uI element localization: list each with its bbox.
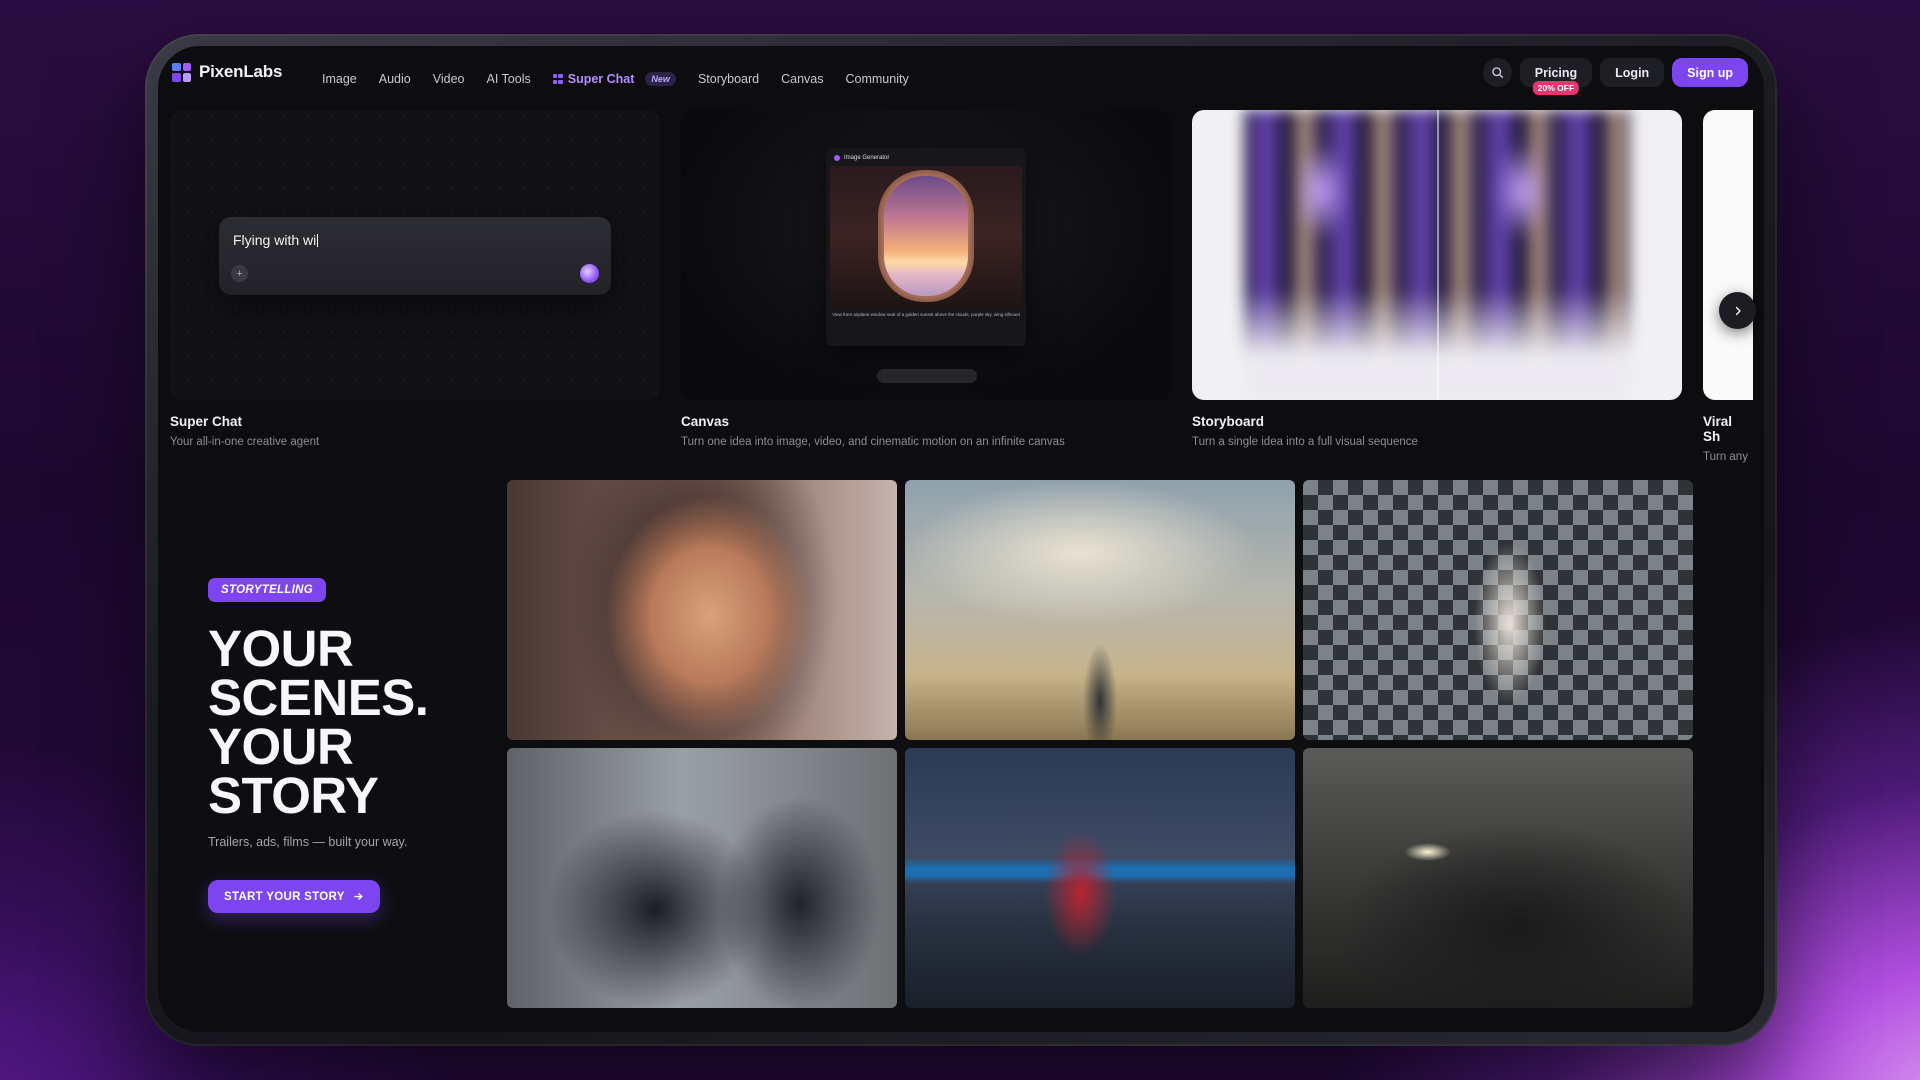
carousel-next-button[interactable] [1719, 292, 1756, 329]
top-navigation: PixenLabs Image Audio Video AI Tools Sup… [158, 46, 1764, 118]
nav-link-ai-tools[interactable]: AI Tools [486, 72, 530, 86]
send-orb-icon [580, 264, 599, 283]
pricing-label: Pricing [1534, 65, 1578, 80]
nav-links: Image Audio Video AI Tools Super Chat Ne… [322, 72, 931, 86]
brand-name: PixenLabs [199, 62, 283, 81]
storyboard-preview [1192, 110, 1682, 400]
nav-link-canvas[interactable]: Canvas [781, 72, 823, 86]
cta-label: START YOUR STORY [224, 890, 345, 903]
feature-card-storyboard[interactable]: Storyboard Turn a single idea into a ful… [1192, 110, 1682, 448]
feature-card-viral[interactable]: Viral Sh Turn any [1703, 110, 1753, 463]
nav-link-video[interactable]: Video [433, 72, 465, 86]
feature-carousel: Flying with wi + Super Chat Your all-in-… [170, 110, 1764, 463]
storytelling-section: STORYTELLING YOUR SCENES. YOUR STORY Tra… [170, 474, 1756, 1008]
canvas-preview: Image Generator View from airplane windo… [681, 110, 1171, 400]
viral-preview [1703, 110, 1753, 400]
scene-tile-car[interactable] [1303, 748, 1693, 1008]
nav-link-storyboard[interactable]: Storyboard [698, 72, 759, 86]
arrow-right-icon [353, 893, 363, 900]
app-window: PixenLabs Image Audio Video AI Tools Sup… [158, 46, 1764, 1032]
generator-icon [834, 155, 840, 161]
brand[interactable]: PixenLabs [172, 62, 282, 82]
airplane-window-image [830, 166, 1022, 308]
plus-icon: + [231, 265, 248, 282]
grid-logo-icon [172, 62, 191, 82]
prompt-text: Flying with wi [233, 232, 317, 248]
image-generator-panel: Image Generator View from airplane windo… [826, 148, 1026, 346]
card-title: Viral Sh [1703, 414, 1733, 444]
text-caret [317, 234, 319, 247]
search-button[interactable] [1482, 58, 1512, 87]
storytelling-headline: YOUR SCENES. YOUR STORY [208, 620, 429, 824]
nav-link-audio[interactable]: Audio [379, 72, 411, 86]
nav-link-super-chat[interactable]: Super Chat New [552, 72, 676, 86]
pricing-button[interactable]: Pricing 20% OFF [1519, 58, 1593, 95]
feature-card-canvas[interactable]: Image Generator View from airplane windo… [681, 110, 1171, 448]
login-button[interactable]: Login [1600, 58, 1665, 87]
nav-link-community[interactable]: Community [845, 72, 908, 86]
panel-caption: View from airplane window seat of a gold… [832, 312, 1020, 317]
storytelling-copy: STORYTELLING YOUR SCENES. YOUR STORY Tra… [208, 474, 548, 1008]
card-title: Storyboard [1192, 414, 1265, 429]
storytelling-tag: STORYTELLING [208, 578, 326, 602]
search-icon [1492, 67, 1503, 79]
scene-tile-basketball[interactable] [905, 748, 1295, 1008]
grid-icon [552, 74, 563, 84]
scene-tile-office-fight[interactable] [507, 748, 897, 1008]
card-description: Turn a single idea into a full visual se… [1192, 436, 1418, 448]
nav-actions: Pricing 20% OFF Login Sign up [1482, 58, 1748, 95]
signup-button[interactable]: Sign up [1672, 58, 1748, 87]
card-description: Turn one idea into image, video, and cin… [681, 436, 1065, 448]
card-title: Canvas [681, 414, 730, 429]
chevron-right-icon [1735, 306, 1741, 315]
frame-divider [1437, 110, 1439, 400]
feature-card-super-chat[interactable]: Flying with wi + Super Chat Your all-in-… [170, 110, 660, 448]
start-story-button[interactable]: START YOUR STORY [208, 880, 380, 913]
prompt-box: Flying with wi + [219, 217, 611, 295]
canvas-toolbar [877, 369, 977, 383]
scene-tile-dancer[interactable] [1303, 480, 1693, 740]
nav-link-image[interactable]: Image [322, 72, 357, 86]
super-chat-preview: Flying with wi + [170, 110, 660, 400]
card-description: Turn any [1703, 451, 1748, 463]
scene-tile-portrait[interactable] [507, 480, 897, 740]
scene-tile-field-birds[interactable] [905, 480, 1295, 740]
storytelling-subtitle: Trailers, ads, films — built your way. [208, 835, 408, 849]
panel-title: Image Generator [844, 155, 890, 161]
discount-badge: 20% OFF [1532, 81, 1580, 95]
card-title: Super Chat [170, 414, 243, 429]
new-badge: New [645, 72, 676, 86]
card-description: Your all-in-one creative agent [170, 436, 320, 448]
nav-link-super-chat-label: Super Chat [567, 72, 635, 86]
